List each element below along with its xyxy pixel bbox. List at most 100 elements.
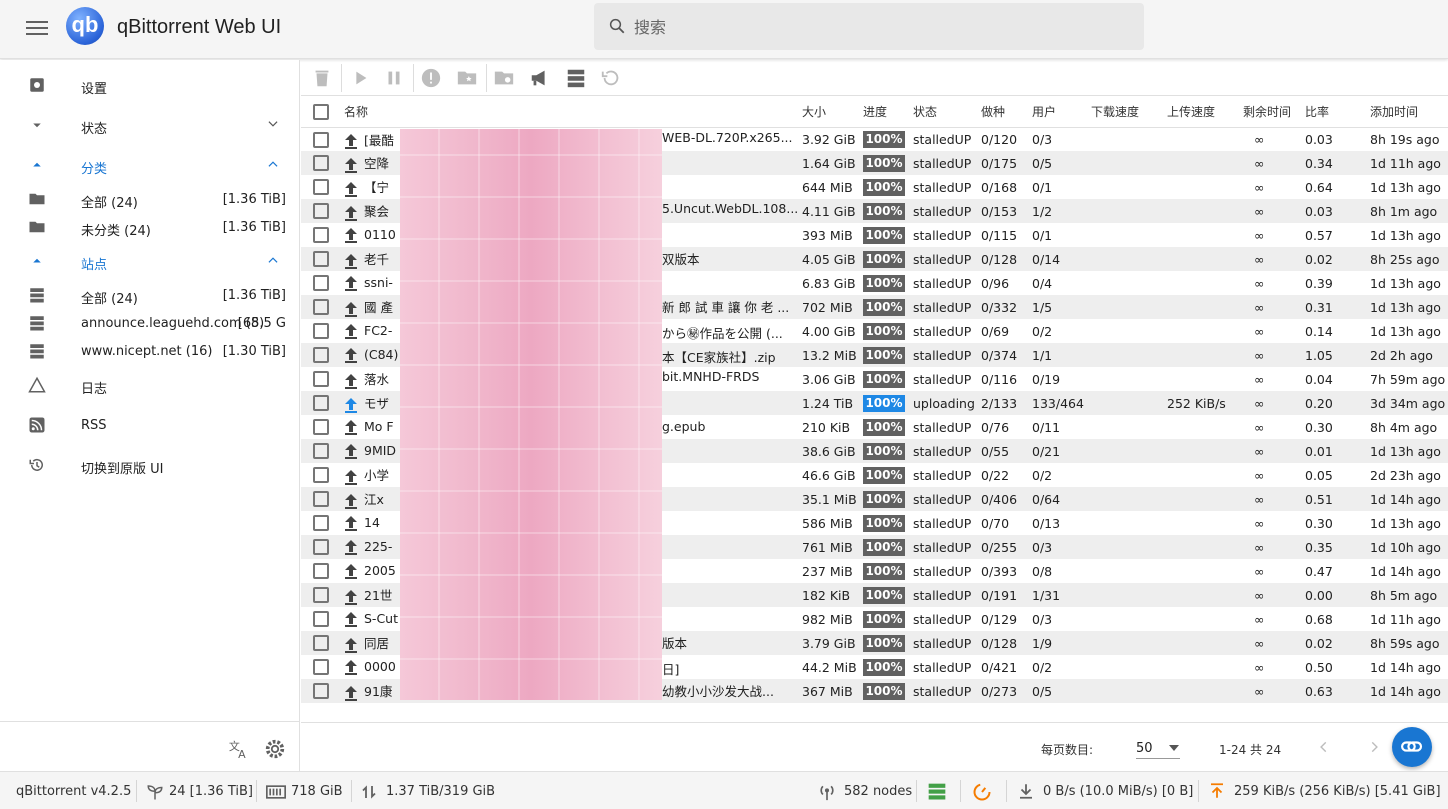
row-checkbox[interactable] [301,655,341,679]
delete-icon[interactable] [311,67,333,89]
column-ratio[interactable]: 比率 [1302,97,1367,128]
sidebar-label: 站点 [81,258,108,273]
row-checkbox[interactable] [301,175,341,199]
row-checkbox[interactable] [301,631,341,655]
cell-eta: ∞ [1254,227,1265,243]
row-checkbox[interactable] [301,535,341,559]
cell-eta: ∞ [1254,179,1265,195]
row-checkbox[interactable] [301,223,341,247]
menu-icon[interactable] [26,17,48,39]
column-state[interactable]: 状态 [910,97,978,128]
chevron-up-icon[interactable] [266,157,280,171]
row-checkbox[interactable] [301,271,341,295]
announce-icon[interactable] [529,67,551,89]
torrent-name-tail: 双版本 [662,252,700,268]
column-peers[interactable]: 用户 [1029,97,1088,128]
cell-ratio: 0.31 [1302,295,1367,319]
row-checkbox[interactable] [301,295,341,319]
sidebar-item-category-uncategorized[interactable]: 未分类 (24) [1.36 TiB] [0,214,300,242]
progress-bar: 100% [863,370,905,388]
chevron-down-icon[interactable] [266,117,280,131]
search-box[interactable] [594,3,1144,50]
row-checkbox[interactable] [301,487,341,511]
per-page-label: 每页数目: [1041,743,1094,757]
translate-icon[interactable]: 文A [228,738,250,760]
column-ul-speed[interactable]: 上传速度 [1164,97,1240,128]
pause-icon[interactable] [383,67,405,89]
row-checkbox[interactable] [301,319,341,343]
row-checkbox[interactable] [301,679,341,703]
cell-added: 8h 1m ago [1367,199,1448,223]
prev-page-icon[interactable] [1317,740,1331,754]
settings-gear-icon[interactable] [264,738,286,760]
cell-added: 1d 10h ago [1367,535,1448,559]
sidebar-item-switch-ui[interactable]: 切换到原版 UI [0,452,300,480]
add-torrent-button[interactable] [1392,727,1432,767]
cell-state: stalledUP [910,583,978,607]
cell-ratio: 0.47 [1305,563,1333,579]
category-icon[interactable] [456,67,478,89]
row-checkbox[interactable] [301,247,341,271]
sidebar-item-categories[interactable]: 分类 [0,152,300,180]
cell-size: 13.2 MiB [799,343,860,367]
caret-up-icon [33,162,41,167]
cell-peers: 0/3 [1029,535,1088,559]
row-checkbox[interactable] [301,343,341,367]
cell-added: 1d 14h ago [1370,659,1441,675]
cell-ul-speed [1164,559,1240,583]
per-page-select[interactable]: 50 [1136,735,1180,759]
row-checkbox[interactable] [301,559,341,583]
chevron-up-icon[interactable] [266,253,280,267]
search-input[interactable] [634,15,1124,39]
row-checkbox[interactable] [301,151,341,175]
column-size[interactable]: 大小 [799,97,860,128]
cell-ul-speed [1164,295,1240,319]
row-checkbox[interactable] [301,199,341,223]
sidebar-item-site-leaguehd[interactable]: announce.leaguehd.com (8) [65.5 G [0,310,300,338]
next-page-icon[interactable] [1367,740,1381,754]
sidebar-item-category-all[interactable]: 全部 (24) [1.36 TiB] [0,186,300,214]
cell-eta: ∞ [1254,467,1265,483]
column-name[interactable]: 名称 [341,97,799,128]
cell-ratio: 0.57 [1305,227,1333,243]
resume-icon[interactable] [349,67,371,89]
row-checkbox[interactable] [301,415,341,439]
sidebar-item-rss[interactable]: RSS [0,412,300,440]
row-checkbox[interactable] [301,511,341,535]
connection-status-icon[interactable] [927,782,947,802]
column-seeds[interactable]: 做种 [978,97,1029,128]
torrent-name: ssni- [364,274,393,290]
sidebar-item-sites[interactable]: 站点 [0,248,300,276]
sidebar-item-settings[interactable]: 设置 [0,72,300,100]
row-checkbox[interactable] [301,391,341,415]
column-added[interactable]: 添加时间 [1367,97,1448,128]
torrent-name-tail: 5.Uncut.WebDL.108... [662,201,799,217]
force-recheck-icon[interactable] [420,67,442,89]
row-checkbox[interactable] [301,583,341,607]
sidebar-item-log[interactable]: 日志 [0,372,300,400]
reset-icon[interactable] [600,67,622,89]
speed-limit-icon[interactable] [972,782,992,802]
sidebar-item-site-all[interactable]: 全部 (24) [1.36 TiB] [0,282,300,310]
cell-peers: 0/3 [1032,131,1053,147]
upload-status-icon [345,276,357,292]
sidebar-item-site-nicept[interactable]: www.nicept.net (16) [1.30 TiB] [0,338,300,366]
tracker-list-icon[interactable] [565,67,587,89]
row-checkbox[interactable] [301,607,341,631]
torrent-count: 24 [1.36 TiB] [169,784,253,799]
sidebar-footer: 文A [0,721,300,771]
server-icon [30,288,44,303]
sidebar-item-status[interactable]: 状态 [0,112,300,140]
column-eta[interactable]: 剩余时间 [1240,97,1302,128]
select-all-checkbox[interactable] [301,97,341,128]
column-progress[interactable]: 进度 [860,97,910,128]
location-icon[interactable] [493,67,515,89]
row-checkbox[interactable] [301,439,341,463]
row-checkbox[interactable] [301,127,341,151]
row-checkbox[interactable] [301,463,341,487]
sidebar-label: 日志 [81,382,108,397]
row-checkbox[interactable] [301,367,341,391]
column-dl-speed[interactable]: 下载速度 [1088,97,1164,128]
dht-icon [820,785,834,801]
cell-dl-speed [1088,415,1164,439]
